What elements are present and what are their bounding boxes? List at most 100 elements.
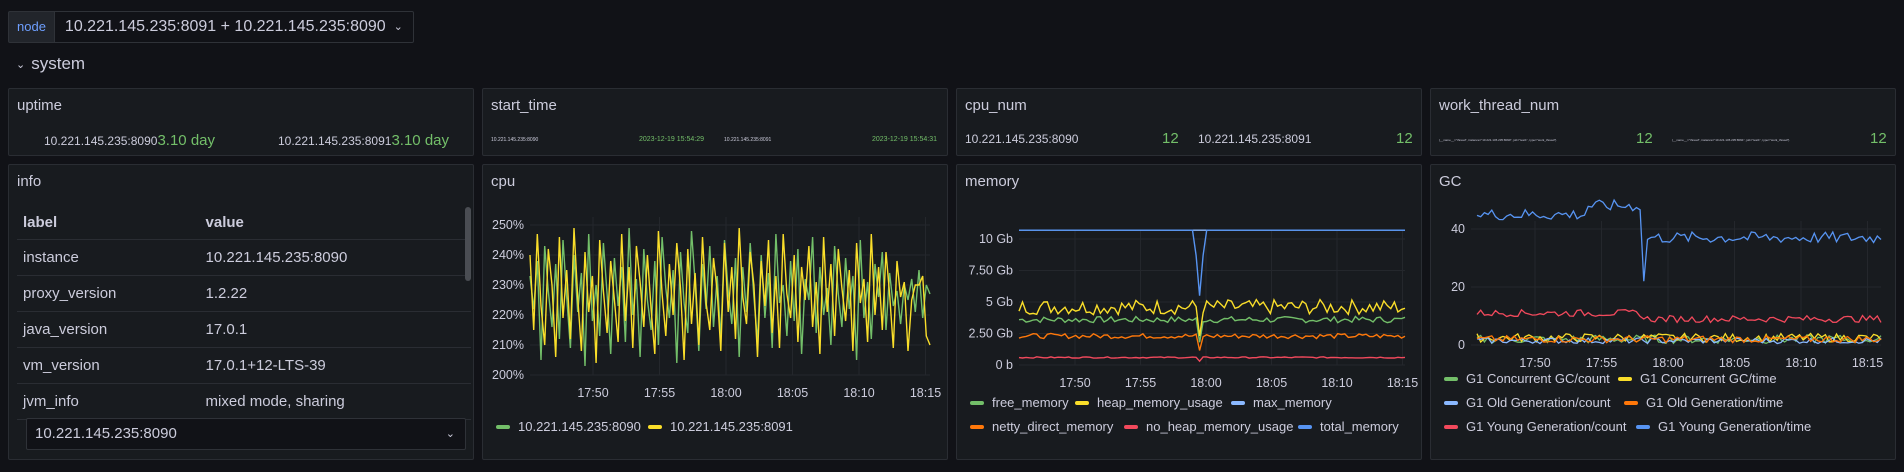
y-tick-label: 20	[1451, 280, 1465, 294]
legend-item[interactable]: G1 Concurrent GC/time	[1618, 371, 1777, 386]
legend-swatch	[1231, 400, 1245, 405]
x-tick-label: 18:15	[1852, 356, 1883, 370]
table-row: instance 10.221.145.235:8090	[17, 239, 471, 276]
cpu-chart[interactable]: 250% 240% 230% 220% 210% 200% 17:50 17:55 18:00 1…	[483, 195, 948, 445]
x-tick-label: 18:10	[1785, 356, 1816, 370]
panel-title: uptime	[17, 97, 63, 114]
stat-label: {__name__="thread", instance="10.221.145…	[1672, 138, 1790, 142]
legend-label: heap_memory_usage	[1097, 395, 1223, 410]
row-system-toggle[interactable]: ⌄ system	[16, 54, 85, 74]
legend-swatch	[1444, 424, 1458, 429]
panel-title: cpu_num	[965, 97, 1027, 114]
legend-item[interactable]: free_memory	[970, 395, 1069, 410]
variable-bar: node 10.221.145.235:8091 + 10.221.145.23…	[8, 11, 414, 43]
gc-chart[interactable]: 40 20 0 17:50 17:55 18:00 18:05 18:10 18:15	[1431, 195, 1896, 385]
cell-label: jvm_info	[17, 383, 200, 420]
node-variable-label: node	[8, 11, 55, 43]
x-tick-label: 18:00	[1190, 376, 1221, 390]
node-variable-select[interactable]: 10.221.145.235:8091 + 10.221.145.235:809…	[54, 11, 414, 43]
y-tick-label: 210%	[492, 338, 524, 352]
series-line	[1476, 308, 1882, 324]
legend-item[interactable]: total_memory	[1298, 419, 1399, 434]
legend-item[interactable]: G1 Young Generation/time	[1636, 419, 1811, 434]
x-tick-label: 17:50	[577, 386, 608, 400]
stat-label: 10.221.145.235:8091	[1198, 132, 1312, 146]
stat-value: 2023-12-19 15:54:31	[872, 136, 937, 143]
legend-swatch	[648, 424, 662, 429]
panel-title: work_thread_num	[1439, 97, 1560, 114]
legend-label: 10.221.145.235:8090	[518, 419, 641, 434]
memory-chart[interactable]: 10 Gb 7.50 Gb 5 Gb 2.50 Gb 0 b 17:50 17:55 18:0…	[957, 195, 1422, 425]
node-variable-value: 10.221.145.235:8091 + 10.221.145.235:809…	[64, 18, 386, 35]
stat-item: 10.221.145.235:80913.10 day	[278, 132, 449, 150]
work-thread-num-panel: work_thread_num {__name__="thread", inst…	[1430, 88, 1896, 156]
cell-label: instance	[17, 239, 200, 276]
x-tick-label: 18:05	[1256, 376, 1287, 390]
x-tick-label: 17:50	[1059, 376, 1090, 390]
legend-swatch	[1075, 400, 1089, 405]
chevron-down-icon: ⌄	[393, 21, 403, 33]
cell-label: proxy_version	[17, 275, 200, 312]
x-tick-label: 17:55	[644, 386, 675, 400]
y-tick-label: 250%	[492, 218, 524, 232]
legend-item[interactable]: G1 Young Generation/count	[1444, 419, 1626, 434]
table-row: java_version 17.0.1	[17, 311, 471, 348]
gc-panel: GC 40 20 0 17:50 17:55 18:00 18:05 18:10 18:15 G…	[1430, 164, 1896, 460]
stat-value: 12	[1636, 130, 1653, 147]
legend-label: netty_direct_memory	[992, 419, 1114, 434]
series-line	[1019, 229, 1405, 296]
chevron-down-icon: ⌄	[445, 428, 455, 440]
legend-item[interactable]: netty_direct_memory	[970, 419, 1113, 434]
series-line	[1476, 198, 1882, 282]
legend-item[interactable]: no_heap_memory_usage	[1124, 419, 1293, 434]
table-row: jvm_info mixed mode, sharing	[17, 383, 471, 420]
legend-swatch	[1298, 424, 1312, 429]
stat-value: 2023-12-19 15:54:29	[639, 136, 704, 143]
x-tick-label: 18:05	[777, 386, 808, 400]
panel-title: memory	[965, 173, 1020, 190]
legend-label: G1 Old Generation/time	[1646, 395, 1784, 410]
stat-label: 10.221.145.235:8090	[491, 137, 539, 143]
memory-panel: memory 10 Gb 7.50 Gb 5 Gb 2.50 Gb 0 b 17:50 17…	[956, 164, 1422, 460]
x-tick-label: 18:10	[1321, 376, 1352, 390]
cell-label: java_version	[17, 311, 200, 348]
cell-value: 1.2.22	[199, 275, 471, 312]
stat-value: 3.10 day	[157, 132, 215, 149]
series-line	[1018, 356, 1406, 363]
legend-swatch	[970, 400, 984, 405]
y-tick-label: 10 Gb	[979, 232, 1013, 246]
legend-item[interactable]: max_memory	[1231, 395, 1332, 410]
legend-item[interactable]: G1 Old Generation/count	[1444, 395, 1611, 410]
y-tick-label: 5 Gb	[986, 295, 1013, 309]
y-tick-label: 220%	[492, 308, 524, 322]
legend-swatch	[1624, 400, 1638, 405]
instance-select[interactable]: 10.221.145.235:8090 ⌄	[26, 418, 466, 450]
table-row: proxy_version 1.2.22	[17, 275, 471, 312]
stat-item: 10.221.145.235:80903.10 day	[44, 132, 215, 150]
legend-item[interactable]: heap_memory_usage	[1075, 395, 1223, 410]
column-header-label[interactable]: label	[17, 207, 200, 240]
legend-item[interactable]: 10.221.145.235:8091	[648, 419, 793, 434]
legend-item[interactable]: G1 Old Generation/time	[1624, 395, 1783, 410]
stat-label: {__name__="thread", instance="10.221.145…	[1439, 138, 1557, 142]
panel-title: GC	[1439, 173, 1462, 190]
legend-item[interactable]: 10.221.145.235:8090	[496, 419, 641, 434]
legend-swatch	[970, 424, 984, 429]
cpu-panel: cpu 250% 240% 230% 220% 210% 200% 17:50 17:55 18…	[482, 164, 948, 460]
stat-label: 10.221.145.235:8090	[44, 134, 158, 148]
legend-label: G1 Concurrent GC/count	[1466, 371, 1610, 386]
legend-item[interactable]: G1 Concurrent GC/count	[1444, 371, 1610, 386]
column-header-value[interactable]: value	[199, 207, 471, 240]
legend-label: G1 Young Generation/count	[1466, 419, 1627, 434]
panel-title: info	[17, 173, 42, 190]
table-header: label value	[17, 207, 471, 240]
cpu-num-panel: cpu_num 10.221.145.235:8090 12 10.221.14…	[956, 88, 1422, 156]
x-tick-label: 18:05	[1719, 356, 1750, 370]
y-tick-label: 240%	[492, 248, 524, 262]
table-row: vm_version 17.0.1+12-LTS-39	[17, 347, 471, 384]
info-table: label value instance 10.221.145.235:8090 …	[17, 207, 471, 420]
y-tick-label: 2.50 Gb	[969, 327, 1014, 341]
table-scrollbar[interactable]	[465, 207, 471, 281]
legend-swatch	[1636, 424, 1650, 429]
legend-label: G1 Old Generation/count	[1466, 395, 1611, 410]
